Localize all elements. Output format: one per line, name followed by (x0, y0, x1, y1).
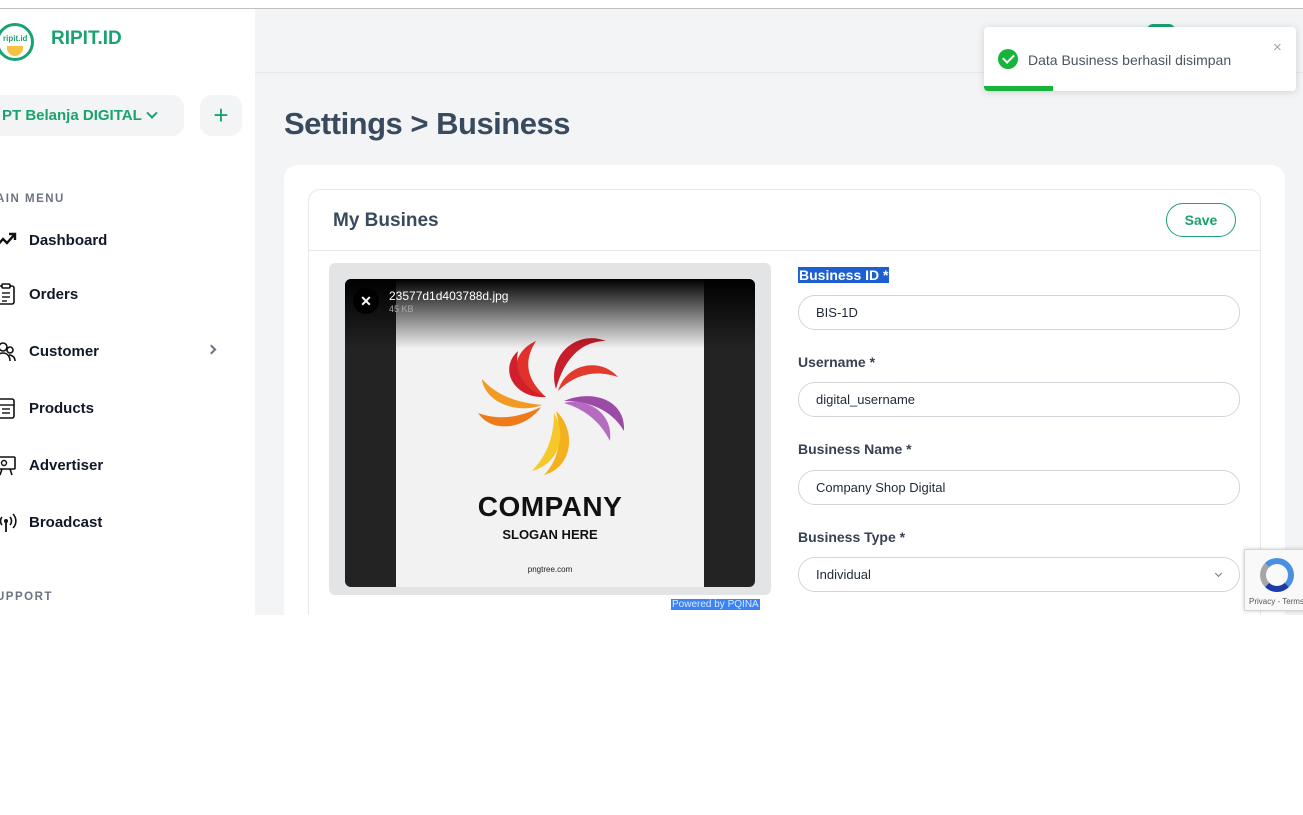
image-watermark-text: pngtree.com (527, 565, 573, 574)
sidebar-item-label: Products (29, 399, 95, 417)
chevron-down-icon (1214, 569, 1223, 578)
image-slogan-text: SLOGAN HERE (502, 527, 598, 542)
sidebar-item-advertiser[interactable]: Advertiser (0, 450, 234, 480)
remove-file-button[interactable]: ✕ (353, 288, 379, 314)
app-window: ripit.id RIPIT.ID PT Belanja DIGITAL + A… (0, 0, 1303, 615)
close-icon: ✕ (360, 293, 372, 309)
recaptcha-badge[interactable]: Privacy - Terms (1244, 549, 1303, 611)
broadcast-icon (0, 513, 17, 532)
business-name-label: Business Name * (798, 441, 912, 457)
logo-text: ripit.id (3, 34, 28, 43)
chevron-down-icon (146, 107, 158, 119)
sidebar-item-broadcast[interactable]: Broadcast (0, 507, 234, 537)
toast-progress-bar (984, 86, 1053, 91)
business-id-field[interactable]: BIS-1D (798, 295, 1240, 330)
image-company-text: COMPANY (477, 491, 623, 522)
brand-name[interactable]: RIPIT.ID (51, 28, 122, 50)
browser-bookmark-strip (0, 0, 1303, 9)
main-menu-heading: AIN MENU (0, 193, 65, 205)
business-type-label: Business Type * (798, 529, 906, 545)
image-preview: COMPANY SLOGAN HERE pngtree.com ✕ 23577d… (345, 279, 755, 587)
file-name: 23577d1d403788d.jpg (389, 289, 509, 303)
toast-close-button[interactable]: × (1273, 39, 1282, 56)
clipboard-icon (0, 283, 15, 305)
logo-swoosh-icon (7, 46, 23, 56)
business-selector-label: PT Belanja DIGITAL (2, 107, 142, 124)
sidebar-item-label: Orders (29, 285, 79, 303)
sidebar: ripit.id RIPIT.ID PT Belanja DIGITAL + A… (0, 9, 255, 615)
main-content: Settings > Business My Busines Save COMP… (255, 9, 1303, 615)
support-heading: UPPORT (0, 591, 53, 603)
box-icon (0, 398, 15, 419)
plus-icon: + (213, 100, 229, 130)
file-size: 45 KB (389, 304, 414, 314)
sidebar-item-customer[interactable]: Customer (0, 336, 234, 366)
success-toast: Data Business berhasil disimpan × (984, 27, 1296, 91)
toast-message: Data Business berhasil disimpan (1028, 52, 1232, 68)
save-button[interactable]: Save (1166, 203, 1236, 237)
business-id-label: Business ID * (798, 267, 890, 283)
sidebar-item-label: Broadcast (29, 513, 103, 531)
recaptcha-logo-icon (1260, 558, 1294, 592)
business-name-field[interactable]: Company Shop Digital (798, 470, 1240, 505)
business-selector[interactable]: PT Belanja DIGITAL (0, 95, 184, 136)
sidebar-item-label: Advertiser (29, 456, 104, 474)
page-title: Settings > Business (284, 106, 570, 141)
sidebar-item-orders[interactable]: Orders (0, 279, 234, 309)
ripit-logo[interactable]: ripit.id (0, 23, 34, 61)
sidebar-item-products[interactable]: Products (0, 393, 234, 423)
card-title: My Busines (333, 210, 439, 231)
recaptcha-terms[interactable]: Privacy - Terms (1249, 597, 1303, 606)
username-field[interactable]: digital_username (798, 382, 1240, 417)
business-type-select[interactable]: Individual (798, 557, 1240, 592)
username-label: Username * (798, 354, 876, 370)
powered-by-link[interactable]: Powered by PQINA (671, 599, 760, 610)
check-circle-icon (998, 49, 1018, 69)
sidebar-item-label: Customer (29, 342, 100, 360)
billboard-icon (0, 456, 16, 476)
business-card: My Busines Save COMPANY SLOGAN HERE pngt… (308, 189, 1261, 615)
users-icon (0, 342, 16, 362)
business-type-value: Individual (816, 567, 871, 582)
trend-icon (0, 232, 17, 245)
logo-uploader[interactable]: COMPANY SLOGAN HERE pngtree.com ✕ 23577d… (329, 263, 771, 595)
sidebar-item-label: Dashboard (29, 231, 108, 249)
sidebar-item-dashboard[interactable]: Dashboard (0, 225, 234, 255)
card-header: My Busines Save (309, 190, 1260, 251)
add-business-button[interactable]: + (200, 95, 242, 136)
chevron-right-icon (206, 344, 217, 355)
